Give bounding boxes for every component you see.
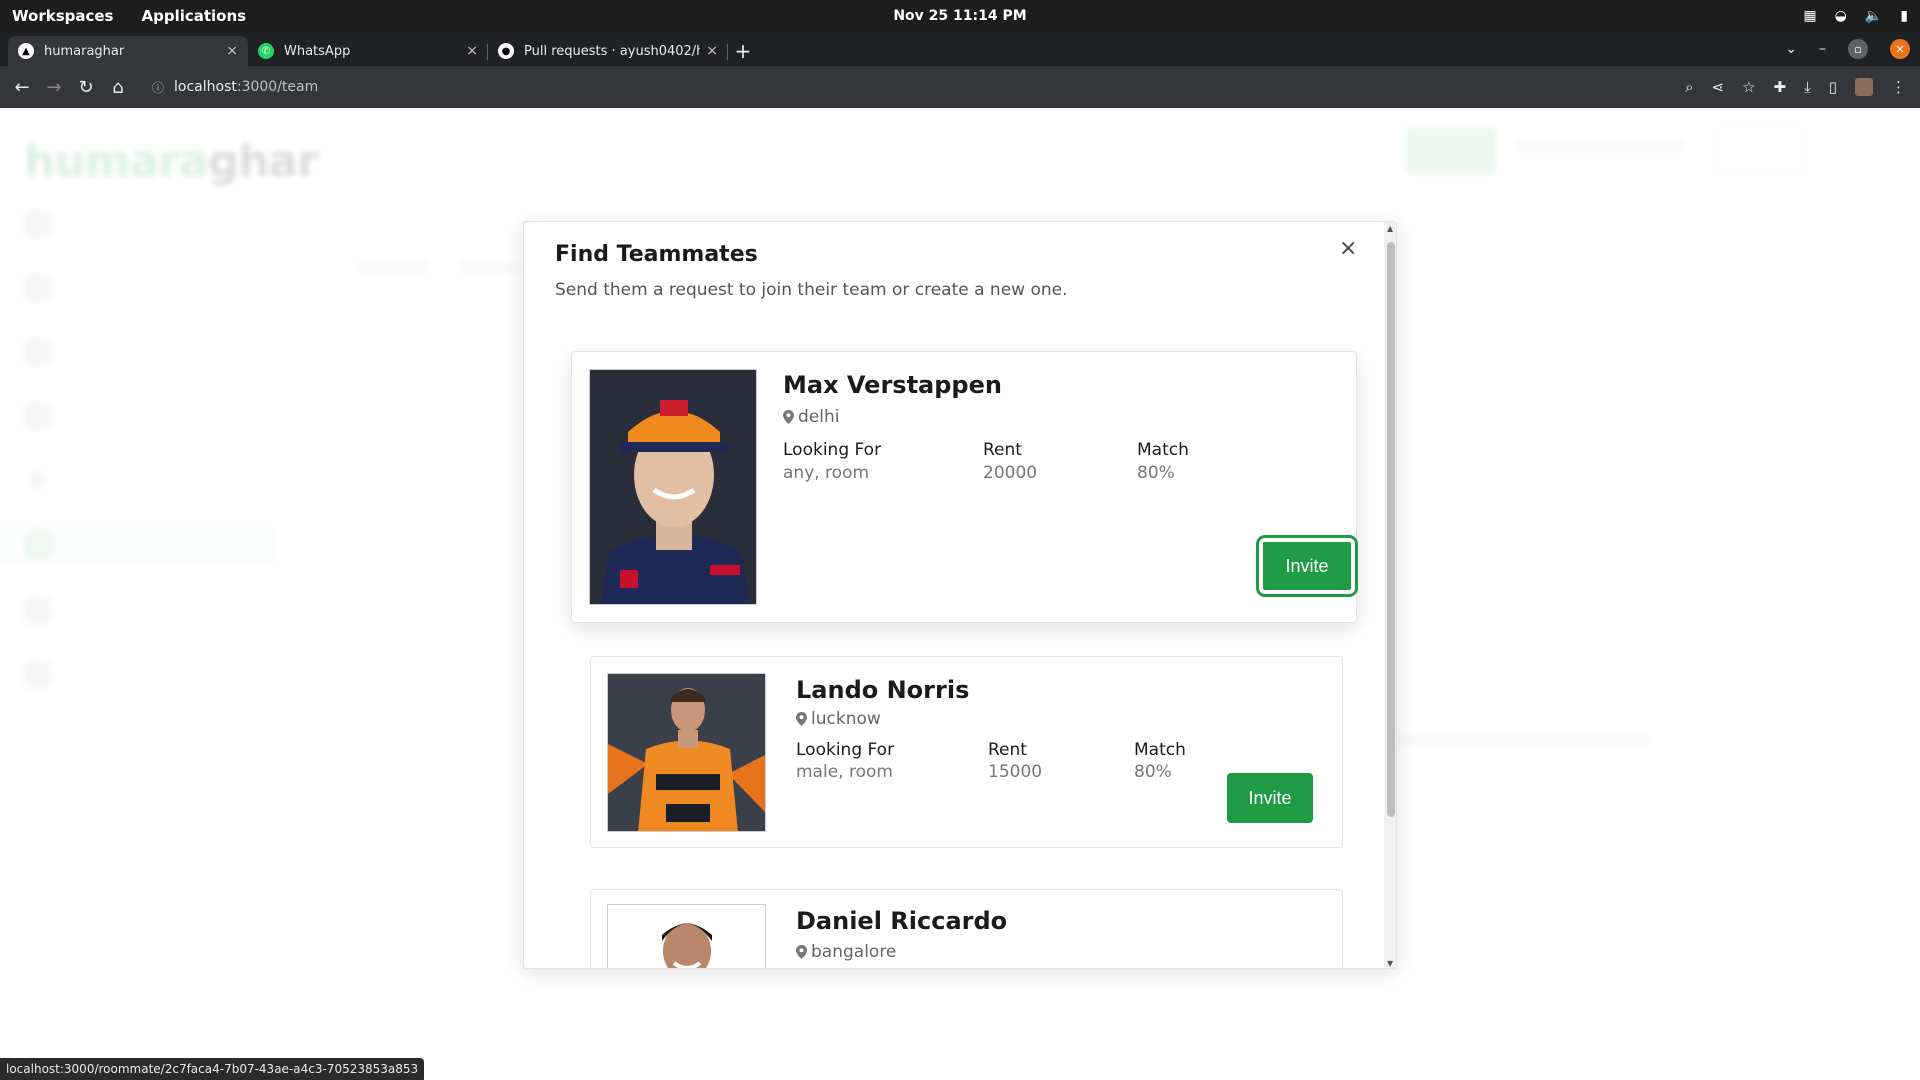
- forward-icon[interactable]: →: [38, 77, 70, 98]
- reload-icon[interactable]: ↻: [70, 77, 102, 98]
- zoom-icon[interactable]: ⌕: [1685, 78, 1693, 96]
- location-text: bangalore: [811, 942, 897, 962]
- tab-search-icon[interactable]: ⌄: [1785, 41, 1797, 57]
- modal-scrollbar[interactable]: ▲ ▼: [1384, 222, 1396, 968]
- match-value: 80%: [1137, 463, 1175, 483]
- portrait-image: [608, 905, 765, 968]
- looking-for-value: any, room: [783, 463, 870, 483]
- teammate-name: Daniel Riccardo: [796, 907, 1008, 935]
- teammate-name: Max Verstappen: [783, 371, 1002, 399]
- modal-title: Find Teammates: [555, 242, 758, 267]
- location-pin-icon: [796, 945, 807, 959]
- maximize-button[interactable]: ▫: [1848, 39, 1868, 59]
- wifi-icon[interactable]: ◒: [1835, 8, 1847, 24]
- close-tab-icon[interactable]: ×: [706, 43, 718, 59]
- location-pin-icon: [783, 410, 794, 424]
- invite-button[interactable]: Invite: [1227, 773, 1313, 823]
- link-status-bar: localhost:3000/roommate/2c7faca4-7b07-43…: [0, 1058, 425, 1080]
- home-icon[interactable]: ⌂: [102, 77, 134, 98]
- close-tab-icon[interactable]: ×: [466, 43, 478, 59]
- new-tab-button[interactable]: +: [728, 36, 758, 66]
- back-icon[interactable]: ←: [6, 77, 38, 98]
- location-text: delhi: [798, 407, 840, 427]
- humaraghar-favicon-icon: ▲: [18, 43, 34, 59]
- tab-title: Pull requests · ayush0402/hu: [524, 43, 701, 59]
- browser-menu-icon[interactable]: ⋮: [1891, 78, 1906, 96]
- match-label: Match: [1134, 740, 1186, 760]
- looking-for-label: Looking For: [783, 440, 882, 460]
- location-pin-icon: [796, 712, 807, 726]
- workspaces-menu[interactable]: Workspaces: [12, 7, 113, 25]
- site-info-icon[interactable]: ⓘ: [152, 79, 164, 96]
- applications-menu[interactable]: Applications: [141, 7, 246, 25]
- tab-whatsapp[interactable]: ✆ WhatsApp ×: [248, 36, 488, 66]
- tab-title: WhatsApp: [284, 43, 351, 59]
- rent-label: Rent: [983, 440, 1022, 460]
- teammate-card[interactable]: Daniel Riccardo bangalore: [590, 889, 1343, 968]
- whatsapp-icon: ✆: [258, 43, 274, 59]
- close-window-button[interactable]: ✕: [1890, 39, 1910, 59]
- side-panel-icon[interactable]: ▯: [1829, 78, 1837, 96]
- tab-github-pull-requests[interactable]: ● Pull requests · ayush0402/hu ×: [488, 36, 728, 66]
- url-host: localhost: [174, 79, 237, 95]
- portrait-image: [590, 370, 756, 604]
- teammate-card[interactable]: Max Verstappen delhi Looking For any, ro…: [571, 351, 1358, 623]
- tab-title: humaraghar: [44, 43, 125, 59]
- rent-value: 20000: [983, 463, 1038, 483]
- rent-value: 15000: [988, 762, 1043, 782]
- clock: Nov 25 11:14 PM: [893, 8, 1027, 24]
- looking-for-value: male, room: [796, 762, 893, 782]
- profile-avatar[interactable]: [1855, 78, 1873, 96]
- page-content: humaraghar Find Teammates Send them a re…: [0, 108, 1920, 1080]
- match-value: 80%: [1134, 762, 1172, 782]
- teammate-photo: [607, 673, 766, 832]
- window-switcher-icon[interactable]: ▦: [1803, 8, 1816, 24]
- github-icon: ●: [498, 43, 514, 59]
- tab-humaraghar[interactable]: ▲ humaraghar ×: [8, 36, 248, 66]
- portrait-image: [608, 674, 765, 831]
- location-text: lucknow: [811, 709, 881, 729]
- os-top-bar: Workspaces Applications Nov 25 11:14 PM …: [0, 0, 1920, 32]
- match-label: Match: [1137, 440, 1189, 460]
- download-icon[interactable]: ⤓: [1804, 78, 1811, 96]
- scroll-down-arrow-icon[interactable]: ▼: [1387, 959, 1393, 968]
- close-modal-icon[interactable]: ×: [1339, 236, 1357, 261]
- teammate-photo: [589, 369, 757, 605]
- address-bar[interactable]: ⓘ localhost:3000/team: [140, 71, 1660, 103]
- url-path: :3000/team: [236, 79, 319, 95]
- tab-strip: ▲ humaraghar × ✆ WhatsApp × ● Pull reque…: [0, 32, 1920, 66]
- teammate-location: lucknow: [796, 709, 881, 729]
- minimize-button[interactable]: –: [1819, 41, 1826, 57]
- bookmark-star-icon[interactable]: ☆: [1742, 78, 1755, 96]
- share-icon[interactable]: ⋖: [1711, 78, 1724, 96]
- looking-for-label: Looking For: [796, 740, 895, 760]
- scrollbar-thumb[interactable]: [1387, 242, 1395, 817]
- teammate-location: bangalore: [796, 942, 896, 962]
- teammate-name: Lando Norris: [796, 676, 970, 704]
- volume-icon[interactable]: 🔈: [1865, 8, 1882, 24]
- find-teammates-modal: Find Teammates Send them a request to jo…: [523, 221, 1397, 969]
- rent-label: Rent: [988, 740, 1027, 760]
- battery-icon[interactable]: ▮: [1900, 8, 1908, 24]
- teammate-card[interactable]: Lando Norris lucknow Looking For male, r…: [590, 656, 1343, 848]
- browser-toolbar: ← → ↻ ⌂ ⓘ localhost:3000/team ⌕ ⋖ ☆ ✚ ⤓ …: [0, 66, 1920, 108]
- close-tab-icon[interactable]: ×: [226, 43, 238, 59]
- scroll-up-arrow-icon[interactable]: ▲: [1387, 224, 1393, 233]
- teammate-photo: [607, 904, 766, 968]
- teammate-location: delhi: [783, 407, 839, 427]
- modal-subtitle: Send them a request to join their team o…: [555, 280, 1068, 300]
- extensions-icon[interactable]: ✚: [1774, 78, 1787, 96]
- invite-button[interactable]: Invite: [1256, 535, 1358, 597]
